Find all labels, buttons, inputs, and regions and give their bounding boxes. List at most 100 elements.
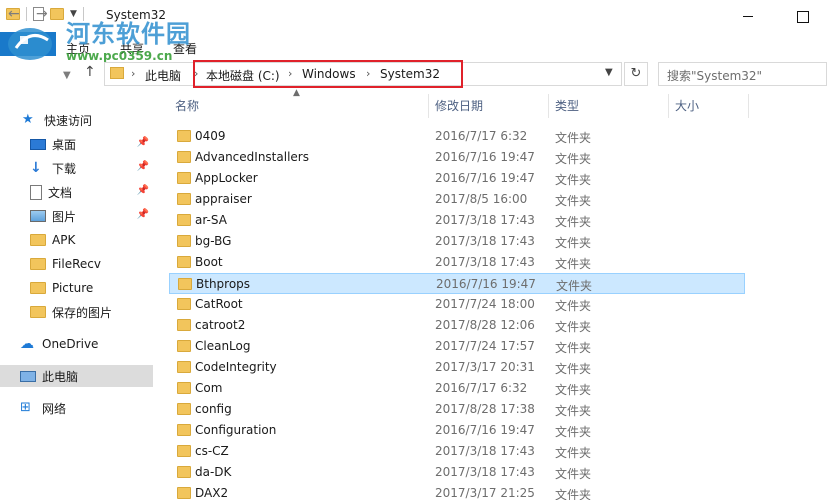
file-row[interactable]: AppLocker 2016/7/16 19:47 文件夹 bbox=[169, 168, 745, 189]
file-type: 文件夹 bbox=[556, 279, 593, 293]
minimize-button[interactable] bbox=[738, 6, 758, 26]
file-date: 2017/3/17 20:31 bbox=[435, 360, 535, 374]
sidebar-item-label: 网络 bbox=[42, 401, 67, 416]
file-type: 文件夹 bbox=[555, 404, 592, 418]
sidebar-item-documents[interactable]: 文档 📌 bbox=[30, 181, 153, 203]
sidebar-item-quick-access[interactable]: ★ 快速访问 bbox=[22, 109, 175, 131]
column-divider[interactable] bbox=[548, 94, 549, 118]
file-type: 文件夹 bbox=[555, 299, 592, 313]
file-date: 2017/7/24 17:57 bbox=[435, 339, 535, 353]
folder-icon bbox=[178, 278, 192, 290]
sidebar-item-label: FileRecv bbox=[52, 257, 101, 271]
file-row[interactable]: catroot2 2017/8/28 12:06 文件夹 bbox=[169, 315, 745, 336]
folder-icon bbox=[30, 306, 46, 318]
picture-icon bbox=[30, 210, 46, 222]
file-name: AdvancedInstallers bbox=[195, 150, 309, 164]
folder-icon bbox=[177, 340, 191, 352]
folder-icon bbox=[177, 319, 191, 331]
desktop-icon bbox=[30, 138, 46, 150]
file-name: ar-SA bbox=[195, 213, 227, 227]
sidebar-item-apk[interactable]: APK bbox=[30, 229, 153, 251]
file-row[interactable]: cs-CZ 2017/3/18 17:43 文件夹 bbox=[169, 441, 745, 462]
up-arrow-icon[interactable]: ↑ bbox=[84, 64, 96, 80]
watermark-url: www.pc0359.cn bbox=[66, 49, 173, 63]
folder-icon bbox=[177, 403, 191, 415]
file-name: catroot2 bbox=[195, 318, 246, 332]
chevron-right-icon[interactable]: › bbox=[131, 67, 135, 80]
sidebar-item-saved-pictures[interactable]: 保存的图片 bbox=[30, 301, 153, 323]
pin-icon[interactable]: 📌 bbox=[137, 137, 149, 148]
column-header-type[interactable]: 类型 bbox=[555, 94, 579, 118]
recent-locations-chevron-icon[interactable]: ▼ bbox=[63, 70, 71, 81]
file-row[interactable]: AdvancedInstallers 2016/7/16 19:47 文件夹 bbox=[169, 147, 745, 168]
folder-icon bbox=[177, 361, 191, 373]
column-header-name[interactable]: 名称 bbox=[175, 94, 199, 118]
column-header-date[interactable]: 修改日期 bbox=[435, 94, 483, 118]
sidebar-item-label: Picture bbox=[52, 281, 94, 295]
sidebar-item-desktop[interactable]: 桌面 📌 bbox=[30, 133, 153, 155]
search-input[interactable]: 搜索"System32" bbox=[658, 62, 827, 86]
file-date: 2016/7/16 19:47 bbox=[435, 171, 535, 185]
file-row[interactable]: CleanLog 2017/7/24 17:57 文件夹 bbox=[169, 336, 745, 357]
sidebar-item-picture[interactable]: Picture bbox=[30, 277, 153, 299]
sidebar-item-pictures[interactable]: 图片 📌 bbox=[30, 205, 153, 227]
file-name: bg-BG bbox=[195, 234, 232, 248]
column-divider[interactable] bbox=[428, 94, 429, 118]
file-row[interactable]: Bthprops 2016/7/16 19:47 文件夹 bbox=[169, 273, 745, 294]
folder-icon bbox=[177, 256, 191, 268]
file-row[interactable]: da-DK 2017/3/18 17:43 文件夹 bbox=[169, 462, 745, 483]
toolbar-divider bbox=[26, 7, 27, 21]
file-date: 2016/7/16 19:47 bbox=[436, 277, 536, 291]
sidebar-item-label: OneDrive bbox=[42, 337, 99, 351]
document-icon bbox=[30, 184, 42, 200]
file-row[interactable]: config 2017/8/28 17:38 文件夹 bbox=[169, 399, 745, 420]
file-type: 文件夹 bbox=[555, 236, 592, 250]
column-header-size[interactable]: 大小 bbox=[675, 94, 699, 118]
network-icon: ⊞ bbox=[20, 400, 31, 415]
file-type: 文件夹 bbox=[555, 362, 592, 376]
pin-icon[interactable]: 📌 bbox=[137, 209, 149, 220]
column-divider[interactable] bbox=[668, 94, 669, 118]
file-row[interactable]: DAX2 2017/3/17 21:25 文件夹 bbox=[169, 483, 745, 500]
pin-icon[interactable]: 📌 bbox=[137, 161, 149, 172]
file-row[interactable]: bg-BG 2017/3/18 17:43 文件夹 bbox=[169, 231, 745, 252]
file-date: 2017/3/17 21:25 bbox=[435, 486, 535, 500]
sidebar-item-downloads[interactable]: ↓ 下载 📌 bbox=[30, 157, 153, 179]
back-arrow-icon[interactable]: ← bbox=[8, 6, 20, 22]
file-date: 2017/7/24 18:00 bbox=[435, 297, 535, 311]
column-divider[interactable] bbox=[748, 94, 749, 118]
sidebar-item-label: 保存的图片 bbox=[52, 305, 113, 320]
sidebar-item-onedrive[interactable]: ☁ OneDrive bbox=[20, 333, 153, 355]
pin-icon[interactable]: 📌 bbox=[137, 185, 149, 196]
file-row[interactable]: CodeIntegrity 2017/3/17 20:31 文件夹 bbox=[169, 357, 745, 378]
file-row[interactable]: 0409 2016/7/17 6:32 文件夹 bbox=[169, 126, 745, 147]
file-row[interactable]: Configuration 2016/7/16 19:47 文件夹 bbox=[169, 420, 745, 441]
new-folder-icon[interactable] bbox=[50, 8, 64, 20]
file-row[interactable]: CatRoot 2017/7/24 18:00 文件夹 bbox=[169, 294, 745, 315]
breadcrumb-this-pc[interactable]: 此电脑 bbox=[145, 67, 181, 84]
sidebar-item-network[interactable]: ⊞ 网络 bbox=[20, 397, 153, 419]
sidebar-item-filerecv[interactable]: FileRecv bbox=[30, 253, 153, 275]
file-type: 文件夹 bbox=[555, 173, 592, 187]
file-row[interactable]: Com 2016/7/17 6:32 文件夹 bbox=[169, 378, 745, 399]
sidebar-item-label: 文档 bbox=[48, 185, 73, 200]
file-name: CleanLog bbox=[195, 339, 251, 353]
file-date: 2017/3/18 17:43 bbox=[435, 444, 535, 458]
folder-icon bbox=[177, 445, 191, 457]
file-row[interactable]: ar-SA 2017/3/18 17:43 文件夹 bbox=[169, 210, 745, 231]
file-row[interactable]: Boot 2017/3/18 17:43 文件夹 bbox=[169, 252, 745, 273]
folder-icon bbox=[177, 193, 191, 205]
file-type: 文件夹 bbox=[555, 194, 592, 208]
file-date: 2017/3/18 17:43 bbox=[435, 255, 535, 269]
watermark-title: 河东软件园 bbox=[66, 19, 191, 48]
address-history-chevron-icon[interactable]: ▼ bbox=[605, 67, 613, 78]
folder-icon bbox=[177, 172, 191, 184]
forward-arrow-icon[interactable]: → bbox=[36, 6, 48, 22]
folder-icon bbox=[30, 258, 46, 270]
maximize-button[interactable] bbox=[792, 6, 812, 26]
file-row[interactable]: appraiser 2017/8/5 16:00 文件夹 bbox=[169, 189, 745, 210]
file-date: 2017/3/18 17:43 bbox=[435, 213, 535, 227]
file-type: 文件夹 bbox=[555, 257, 592, 271]
refresh-button[interactable]: ↻ bbox=[624, 62, 648, 86]
sidebar-item-this-pc[interactable]: 此电脑 bbox=[0, 365, 153, 387]
